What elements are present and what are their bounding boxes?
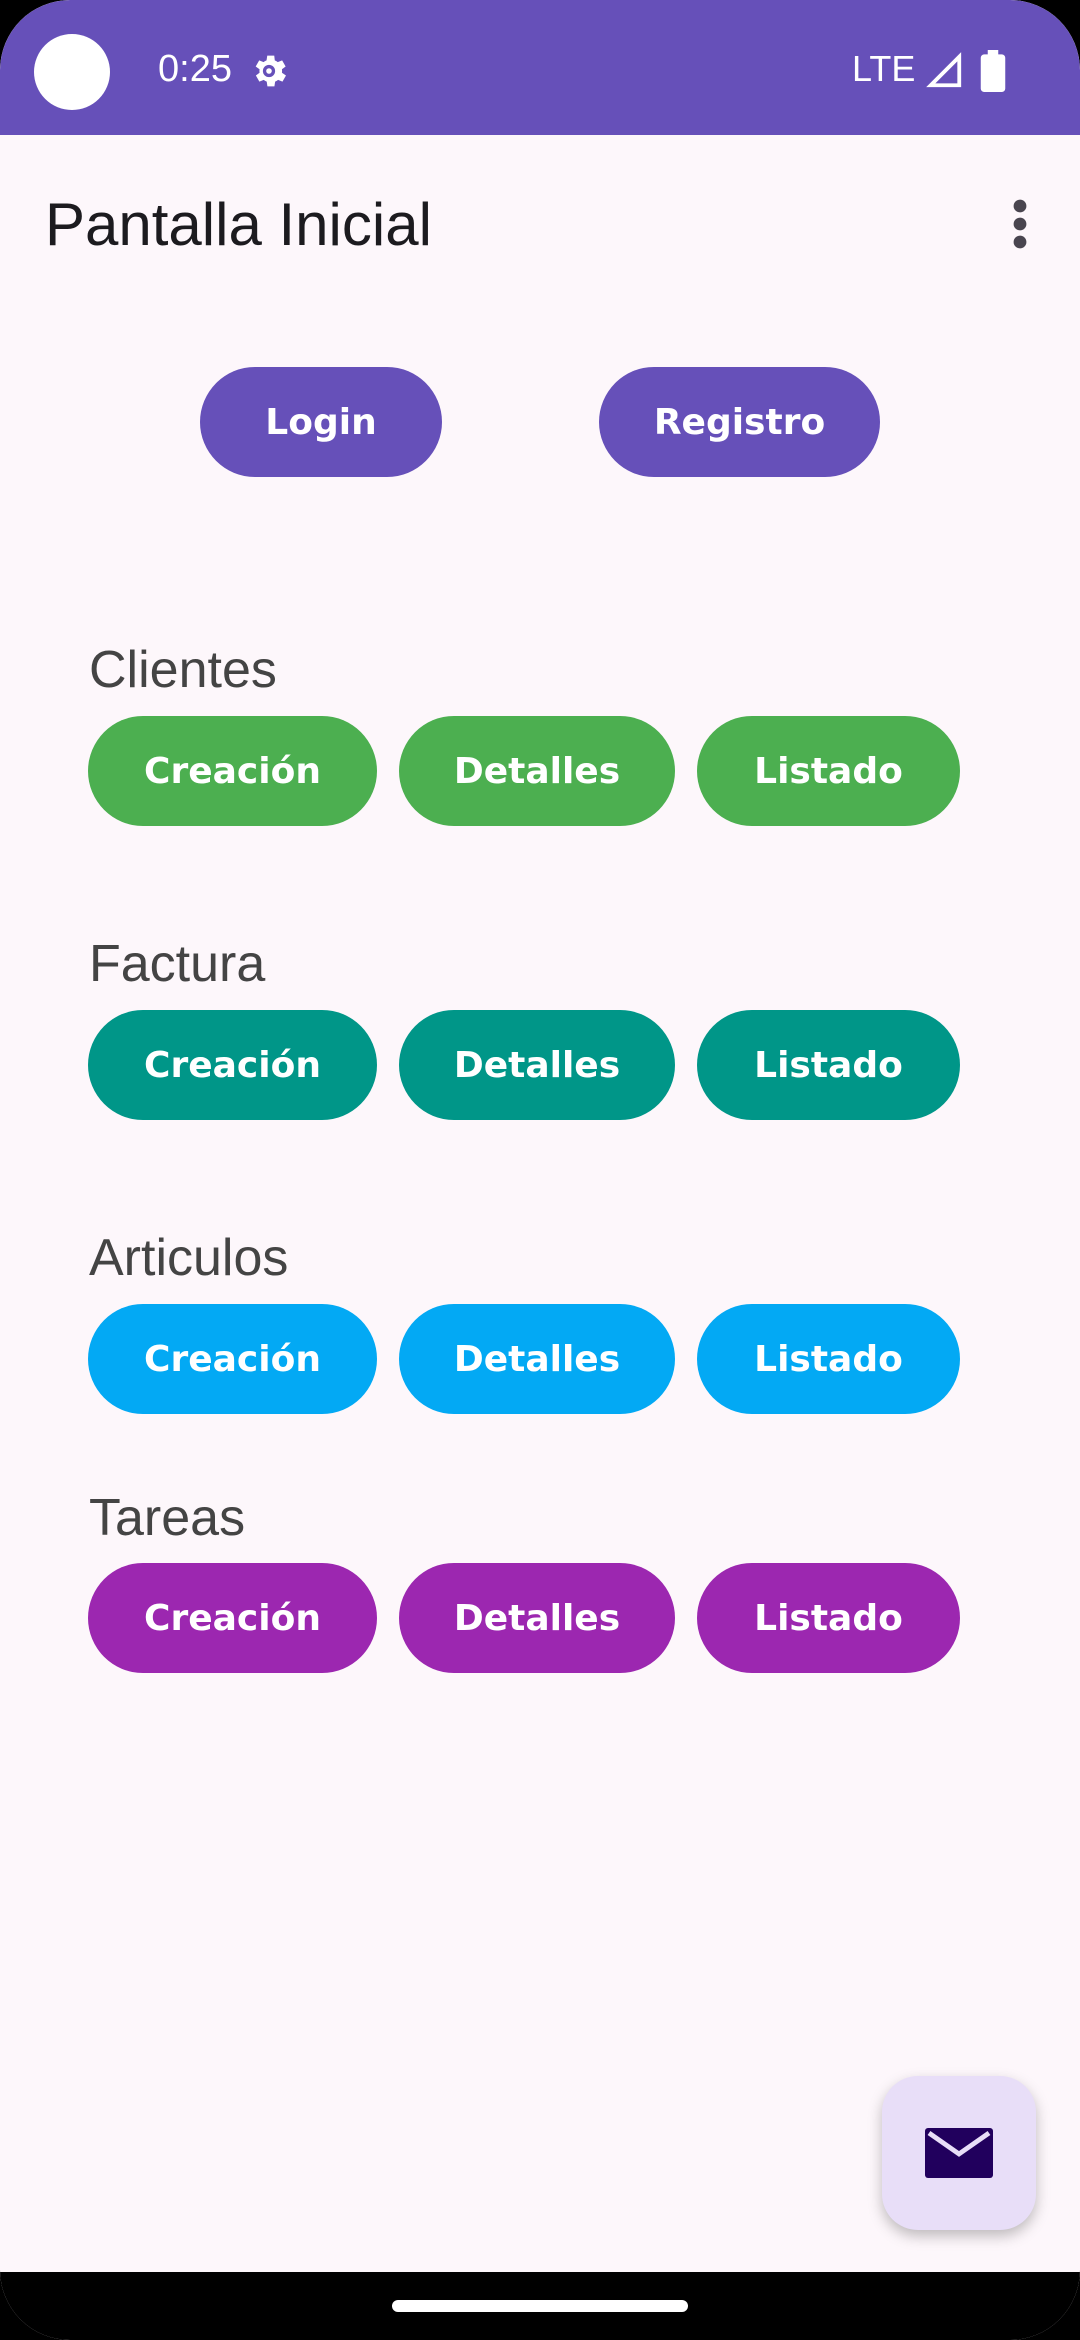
signal-icon xyxy=(926,52,962,88)
battery-icon xyxy=(980,50,1006,92)
section-label-clientes: Clientes xyxy=(89,641,277,699)
app-screen: 0:25 LTE Pantalla Inicial Login Registro… xyxy=(0,0,1080,2340)
articulos-creacion-button[interactable]: Creación xyxy=(88,1304,377,1414)
mail-fab-button[interactable] xyxy=(882,2076,1036,2230)
tareas-detalles-button[interactable]: Detalles xyxy=(399,1563,675,1673)
overflow-menu-icon[interactable] xyxy=(1000,196,1040,252)
mail-icon xyxy=(925,2128,993,2178)
factura-listado-button[interactable]: Listado xyxy=(697,1010,960,1120)
articulos-detalles-button[interactable]: Detalles xyxy=(399,1304,675,1414)
page-title: Pantalla Inicial xyxy=(45,191,432,258)
settings-icon xyxy=(255,55,286,87)
registro-button[interactable]: Registro xyxy=(599,367,880,477)
factura-creacion-button[interactable]: Creación xyxy=(88,1010,377,1120)
articulos-listado-button[interactable]: Listado xyxy=(697,1304,960,1414)
network-type: LTE xyxy=(852,48,916,89)
home-indicator[interactable] xyxy=(392,2300,688,2312)
tareas-listado-button[interactable]: Listado xyxy=(697,1563,960,1673)
login-button[interactable]: Login xyxy=(200,367,442,477)
section-label-factura: Factura xyxy=(89,935,266,993)
clientes-listado-button[interactable]: Listado xyxy=(697,716,960,826)
camera-cutout xyxy=(34,34,110,110)
tareas-creacion-button[interactable]: Creación xyxy=(88,1563,377,1673)
clientes-detalles-button[interactable]: Detalles xyxy=(399,716,675,826)
clientes-creacion-button[interactable]: Creación xyxy=(88,716,377,826)
factura-detalles-button[interactable]: Detalles xyxy=(399,1010,675,1120)
status-time: 0:25 xyxy=(158,48,232,90)
section-label-tareas: Tareas xyxy=(89,1489,246,1547)
status-bar: 0:25 LTE xyxy=(0,0,1080,135)
section-label-articulos: Articulos xyxy=(89,1229,289,1287)
